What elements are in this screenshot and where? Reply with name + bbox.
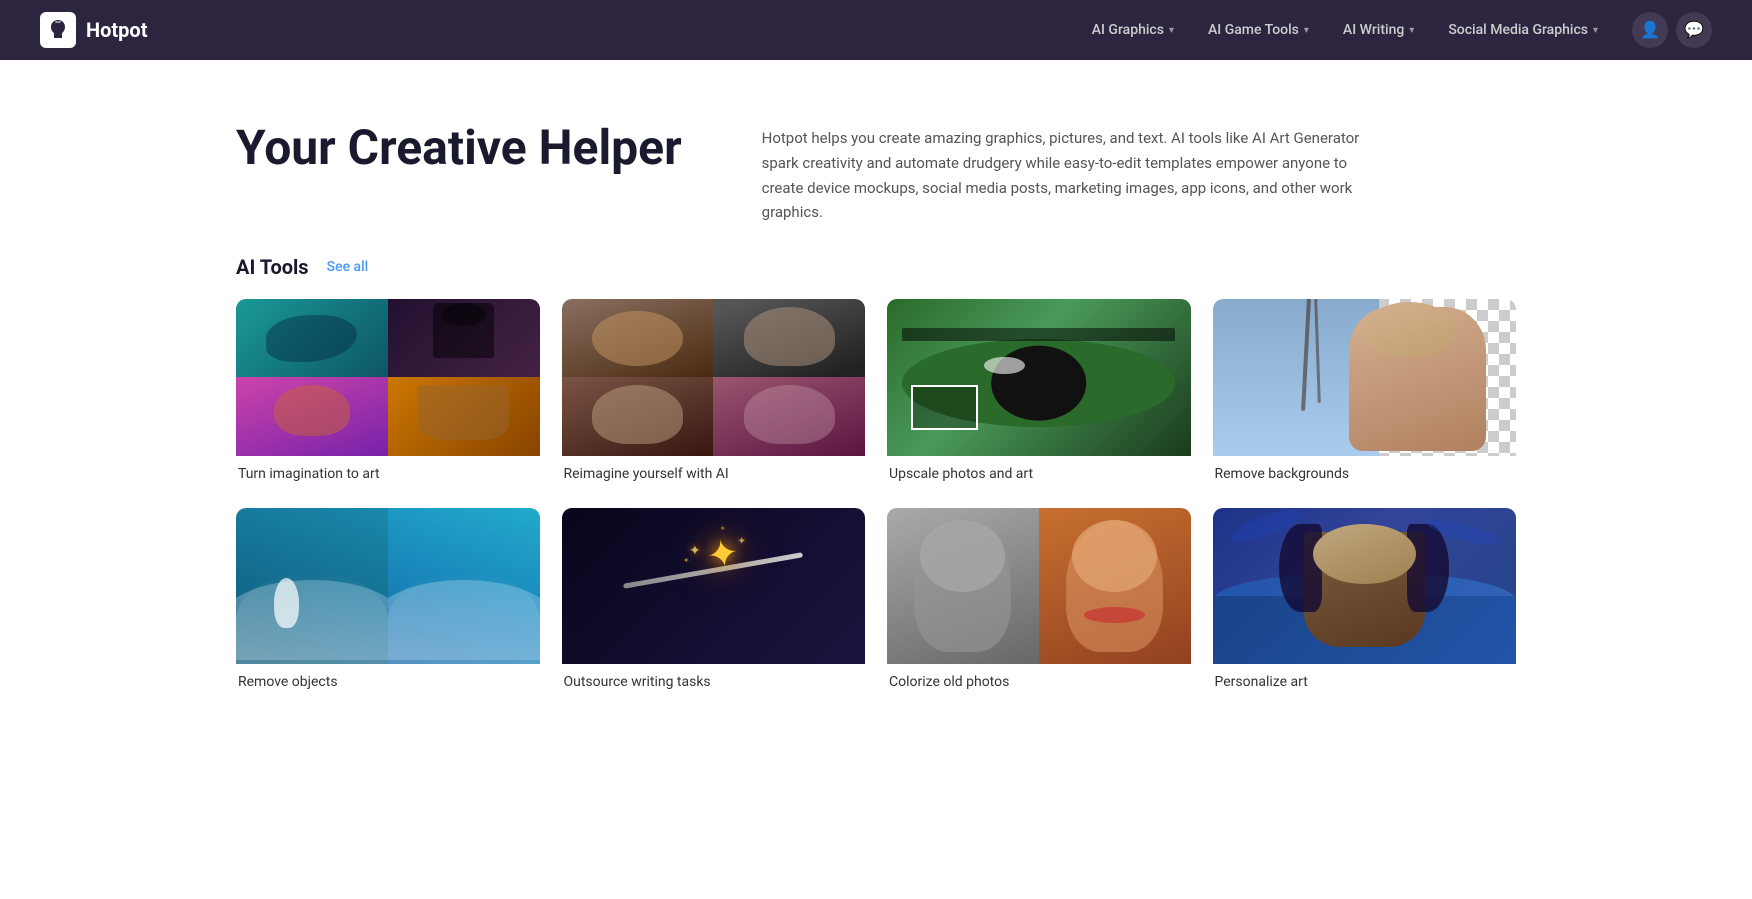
tool-card-label: Remove objects xyxy=(236,664,540,694)
hero-title: Your Creative Helper xyxy=(236,120,682,175)
tool-card-reimagine[interactable]: Reimagine yourself with AI xyxy=(562,299,866,486)
card-image-cell xyxy=(388,508,540,665)
chat-icon: 💬 xyxy=(1684,20,1704,40)
nav-links: AI Graphics ▾ AI Game Tools ▾ AI Writing… xyxy=(1078,14,1612,46)
nav-ai-writing[interactable]: AI Writing ▾ xyxy=(1329,14,1428,46)
tool-card-label: Turn imagination to art xyxy=(236,456,540,486)
tool-card-colorize[interactable]: Colorize old photos xyxy=(887,508,1191,695)
tool-card-image xyxy=(236,508,540,665)
hero-description: Hotpot helps you create amazing graphics… xyxy=(762,120,1362,225)
chevron-down-icon: ▾ xyxy=(1593,25,1598,36)
tool-card-image xyxy=(1213,299,1517,456)
navbar: Hotpot AI Graphics ▾ AI Game Tools ▾ AI … xyxy=(0,0,1752,60)
card-image-cell xyxy=(388,377,540,455)
see-all-link[interactable]: See all xyxy=(327,259,369,275)
card-image-cell xyxy=(236,508,388,665)
logo[interactable]: Hotpot xyxy=(40,12,147,48)
tool-card-personalize[interactable]: Personalize art xyxy=(1213,508,1517,695)
tool-card-image xyxy=(887,299,1191,456)
chat-button[interactable]: 💬 xyxy=(1676,12,1712,48)
nav-icons: 👤 💬 xyxy=(1632,12,1712,48)
card-image-cell xyxy=(1213,508,1517,665)
tool-card-image xyxy=(887,508,1191,665)
tool-card-image: ✦ ✦ ✦ ✦ ✦ xyxy=(562,508,866,665)
tool-card-label: Remove backgrounds xyxy=(1213,456,1517,486)
chevron-down-icon: ▾ xyxy=(1409,25,1414,36)
ai-tools-header: AI Tools See all xyxy=(236,255,1516,279)
card-image-cell: ✦ ✦ ✦ ✦ ✦ xyxy=(562,508,866,665)
tool-card-remove-bg[interactable]: Remove backgrounds xyxy=(1213,299,1517,486)
main-content: AI Tools See all xyxy=(176,255,1576,754)
card-image-cell xyxy=(713,377,865,455)
card-image-cell xyxy=(236,377,388,455)
tool-card-label: Upscale photos and art xyxy=(887,456,1191,486)
card-image-cell xyxy=(388,299,540,377)
tools-grid: Turn imagination to art xyxy=(236,299,1516,694)
tool-card-writing[interactable]: ✦ ✦ ✦ ✦ ✦ Outsource writing tasks xyxy=(562,508,866,695)
hero-section: Your Creative Helper Hotpot helps you cr… xyxy=(176,60,1576,255)
user-account-button[interactable]: 👤 xyxy=(1632,12,1668,48)
tool-card-label: Colorize old photos xyxy=(887,664,1191,694)
chevron-down-icon: ▾ xyxy=(1304,25,1309,36)
tool-card-image xyxy=(1213,508,1517,665)
card-image-cell xyxy=(887,508,1039,665)
tool-card-label: Personalize art xyxy=(1213,664,1517,694)
tool-card-remove-objects[interactable]: Remove objects xyxy=(236,508,540,695)
nav-ai-game-tools[interactable]: AI Game Tools ▾ xyxy=(1194,14,1323,46)
card-image-cell xyxy=(1213,299,1517,456)
tool-card-image xyxy=(236,299,540,456)
ai-tools-title: AI Tools xyxy=(236,255,309,279)
card-image-cell xyxy=(713,299,865,377)
card-image-cell xyxy=(236,299,388,377)
logo-text: Hotpot xyxy=(86,18,147,42)
nav-ai-graphics[interactable]: AI Graphics ▾ xyxy=(1078,14,1188,46)
tool-card-upscale[interactable]: Upscale photos and art xyxy=(887,299,1191,486)
logo-icon xyxy=(40,12,76,48)
card-image-cell xyxy=(887,299,1191,456)
tool-card-image xyxy=(562,299,866,456)
user-icon: 👤 xyxy=(1640,20,1660,40)
tool-card-label: Outsource writing tasks xyxy=(562,664,866,694)
card-image-cell xyxy=(562,377,714,455)
card-image-cell xyxy=(562,299,714,377)
chevron-down-icon: ▾ xyxy=(1169,25,1174,36)
nav-social-media[interactable]: Social Media Graphics ▾ xyxy=(1434,14,1612,46)
tool-card-turn-imagination[interactable]: Turn imagination to art xyxy=(236,299,540,486)
card-image-cell xyxy=(1039,508,1191,665)
tool-card-label: Reimagine yourself with AI xyxy=(562,456,866,486)
